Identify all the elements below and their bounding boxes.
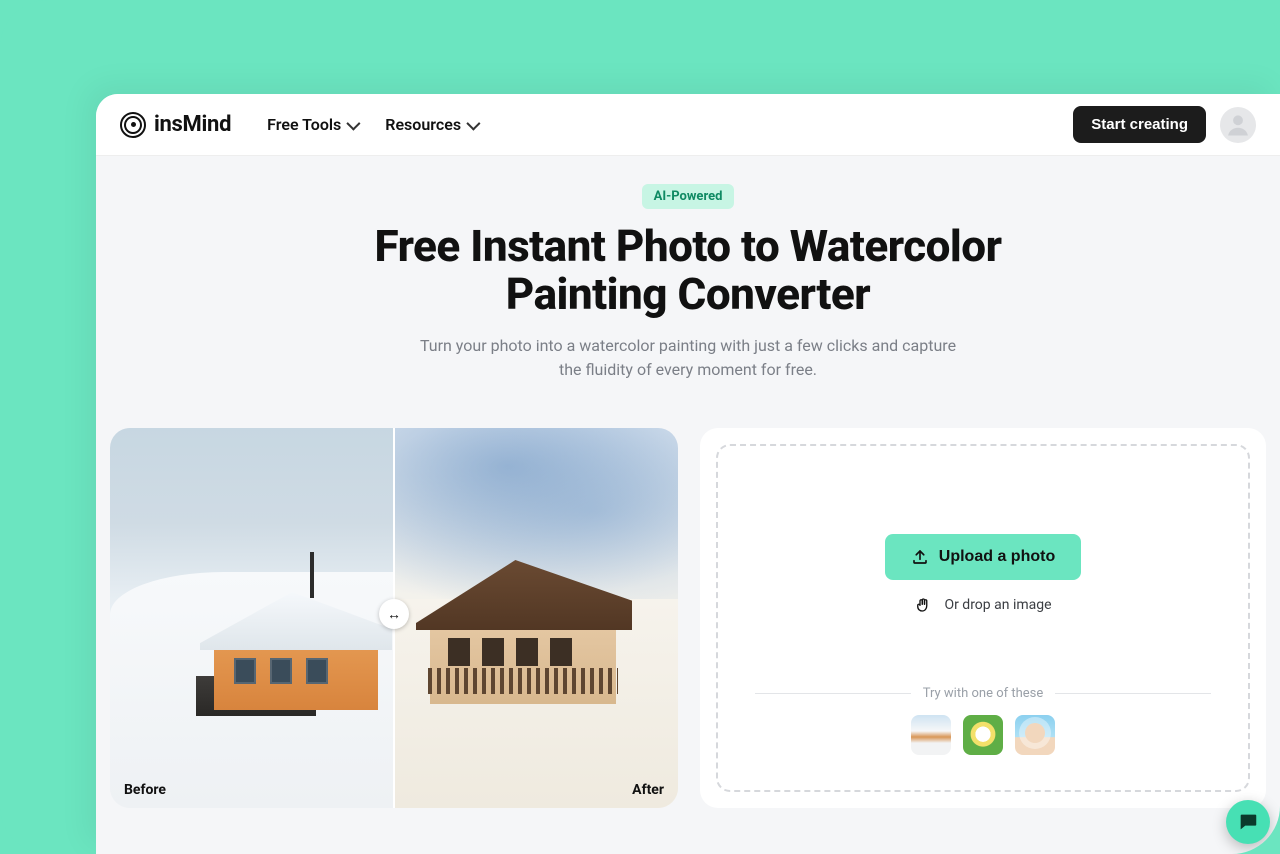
after-label: After: [632, 782, 664, 798]
nav-label: Resources: [385, 115, 461, 134]
samples-label: Try with one of these: [923, 686, 1044, 701]
page-subtitle: Turn your photo into a watercolor painti…: [408, 334, 968, 382]
app-window: insMind Free Tools Resources Start creat…: [96, 94, 1280, 854]
after-image: [394, 428, 678, 808]
drop-hint-label: Or drop an image: [944, 597, 1051, 613]
chevron-down-icon: [347, 116, 361, 130]
support-chat-button[interactable]: [1226, 800, 1270, 844]
before-after-compare[interactable]: ↔ Before After: [110, 428, 678, 808]
chevron-down-icon: [466, 116, 480, 130]
main-content: ↔ Before After Upload a photo: [96, 392, 1280, 808]
sample-thumb-daisy[interactable]: [963, 715, 1003, 755]
page-title: Free Instant Photo to Watercolor Paintin…: [328, 223, 1048, 318]
dropzone[interactable]: Upload a photo Or drop an image Try with…: [716, 444, 1250, 792]
hero: AI-Powered Free Instant Photo to Waterco…: [96, 156, 1280, 392]
upload-button-label: Upload a photo: [939, 548, 1055, 566]
start-creating-button[interactable]: Start creating: [1073, 106, 1206, 143]
ai-powered-badge: AI-Powered: [642, 184, 735, 209]
before-image: [110, 428, 394, 808]
sample-section: Try with one of these: [755, 686, 1211, 755]
sample-thumbnails: [755, 715, 1211, 755]
upload-panel: Upload a photo Or drop an image Try with…: [700, 428, 1266, 808]
brand-name: insMind: [154, 112, 231, 137]
nav-free-tools[interactable]: Free Tools: [267, 115, 357, 134]
compare-handle[interactable]: ↔: [379, 599, 409, 629]
upload-photo-button[interactable]: Upload a photo: [885, 534, 1081, 580]
sample-thumb-woman[interactable]: [1015, 715, 1055, 755]
target-icon: [120, 112, 146, 138]
nav-label: Free Tools: [267, 115, 341, 134]
user-avatar[interactable]: [1220, 107, 1256, 143]
person-icon: [1224, 111, 1252, 139]
before-label: Before: [124, 782, 166, 798]
upload-icon: [911, 548, 929, 566]
sample-thumb-snow-house[interactable]: [911, 715, 951, 755]
page-frame: insMind Free Tools Resources Start creat…: [0, 0, 1280, 854]
arrows-horizontal-icon: ↔: [387, 606, 401, 623]
drop-hint: Or drop an image: [914, 596, 1051, 614]
hand-icon: [914, 596, 932, 614]
nav-resources[interactable]: Resources: [385, 115, 477, 134]
header: insMind Free Tools Resources Start creat…: [96, 94, 1280, 156]
brand-logo[interactable]: insMind: [120, 112, 231, 138]
chat-icon: [1237, 811, 1259, 833]
